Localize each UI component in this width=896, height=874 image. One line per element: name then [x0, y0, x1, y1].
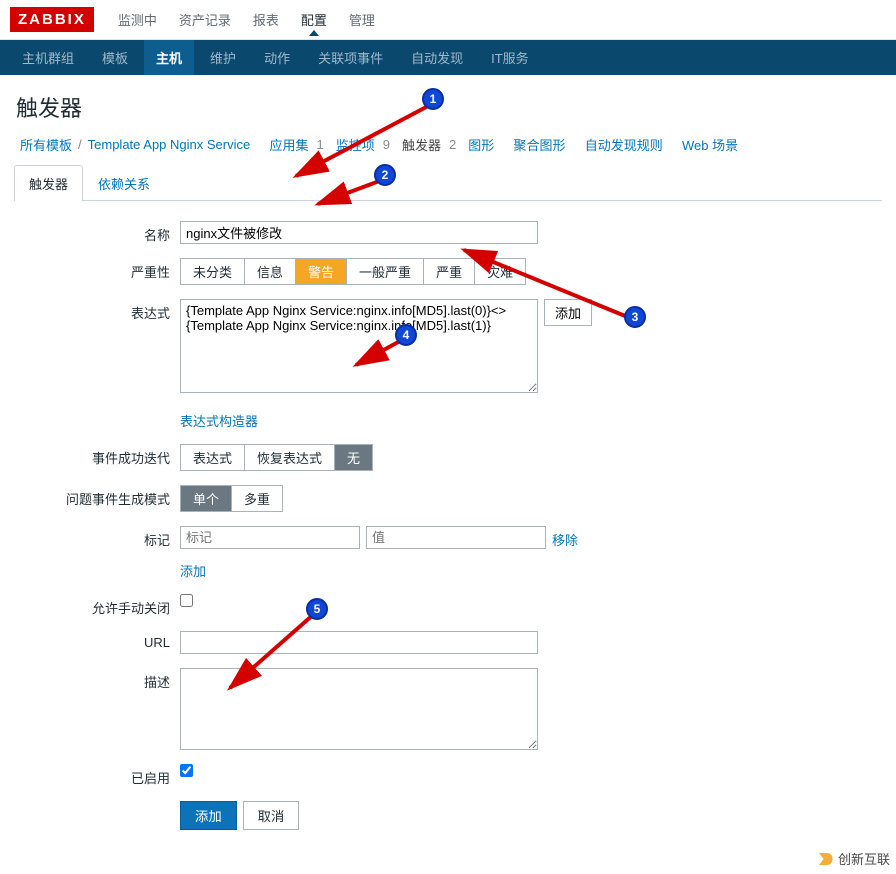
- spacer2: [0, 801, 180, 805]
- label-enabled: 已启用: [0, 764, 180, 787]
- watermark-icon: [816, 850, 834, 868]
- watermark-text: 创新互联: [838, 849, 890, 868]
- watermark: 创新互联: [816, 849, 890, 868]
- submit-add-button[interactable]: 添加: [180, 801, 237, 830]
- enabled-checkbox[interactable]: [180, 764, 193, 777]
- cancel-button[interactable]: 取消: [243, 801, 300, 830]
- annotation-arrows: [0, 0, 896, 736]
